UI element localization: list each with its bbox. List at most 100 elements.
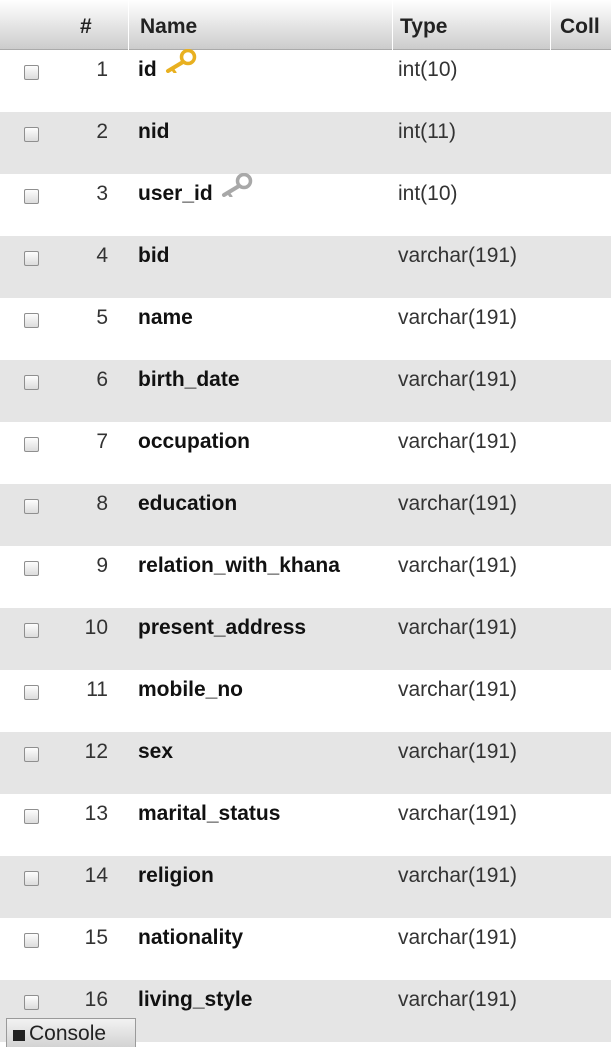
column-name: living_style <box>138 988 253 1011</box>
column-type: varchar(191) <box>398 430 518 453</box>
header-separator <box>128 0 129 50</box>
column-name-cell: user_id <box>138 171 253 214</box>
column-name-cell: living_style <box>138 980 252 1020</box>
column-name-cell: occupation <box>138 422 250 462</box>
table-row[interactable]: 2 nid int(11) <box>0 112 611 174</box>
column-name-cell: nid <box>138 112 170 152</box>
header-collation[interactable]: Coll <box>560 0 600 50</box>
row-number: 15 <box>84 926 108 949</box>
row-number: 9 <box>96 554 108 577</box>
row-number: 11 <box>86 678 108 701</box>
table-row[interactable]: 10 present_address varchar(191) <box>0 608 611 670</box>
column-type: varchar(191) <box>398 926 518 949</box>
column-type: varchar(191) <box>398 492 518 515</box>
row-checkbox[interactable] <box>24 499 39 514</box>
column-type: int(11) <box>398 120 456 143</box>
row-number: 16 <box>84 988 108 1011</box>
column-name: mobile_no <box>138 678 244 701</box>
row-number: 14 <box>84 864 108 887</box>
column-name-cell: birth_date <box>138 360 240 400</box>
table-row[interactable]: 1 id int(10) <box>0 49 611 112</box>
table-row[interactable]: 5 name varchar(191) <box>0 298 611 360</box>
column-name: present_address <box>138 616 307 639</box>
column-type: varchar(191) <box>398 616 518 639</box>
header-separator <box>392 0 393 50</box>
table-row[interactable]: 7 occupation varchar(191) <box>0 422 611 484</box>
row-number: 8 <box>96 492 108 515</box>
column-type: varchar(191) <box>398 244 518 267</box>
column-type: varchar(191) <box>398 802 518 825</box>
row-checkbox[interactable] <box>24 747 39 762</box>
column-name-cell: nationality <box>138 918 243 958</box>
row-number: 5 <box>96 306 108 329</box>
row-checkbox[interactable] <box>24 871 39 886</box>
row-checkbox[interactable] <box>24 127 39 142</box>
column-name: religion <box>138 864 214 887</box>
row-number: 7 <box>96 430 108 453</box>
header-name[interactable]: Name <box>140 0 197 50</box>
row-checkbox[interactable] <box>24 189 39 204</box>
column-type: int(10) <box>398 182 458 205</box>
header-separator <box>550 0 551 50</box>
row-checkbox[interactable] <box>24 685 39 700</box>
column-type: varchar(191) <box>398 740 518 763</box>
row-checkbox[interactable] <box>24 313 39 328</box>
console-tab[interactable]: Console <box>6 1018 136 1047</box>
column-type: varchar(191) <box>398 554 518 577</box>
row-number: 4 <box>96 244 108 267</box>
column-name-cell: relation_with_khana <box>138 546 340 586</box>
column-name-cell: id <box>138 49 197 90</box>
console-label: Console <box>29 1022 107 1045</box>
column-type: varchar(191) <box>398 988 518 1011</box>
column-name: nid <box>138 120 170 143</box>
table-row[interactable]: 4 bid varchar(191) <box>0 236 611 298</box>
table-header: # Name Type Coll <box>0 0 611 50</box>
column-name-cell: marital_status <box>138 794 280 834</box>
index-key-icon <box>219 171 253 211</box>
row-checkbox[interactable] <box>24 375 39 390</box>
console-icon <box>13 1030 25 1041</box>
row-checkbox[interactable] <box>24 995 39 1010</box>
column-name: name <box>138 306 193 329</box>
column-name: birth_date <box>138 368 240 391</box>
column-name-cell: bid <box>138 236 170 276</box>
row-checkbox[interactable] <box>24 65 39 80</box>
column-type: int(10) <box>398 58 458 81</box>
row-checkbox[interactable] <box>24 933 39 948</box>
column-name: education <box>138 492 238 515</box>
column-type: varchar(191) <box>398 306 518 329</box>
table-row[interactable]: 9 relation_with_khana varchar(191) <box>0 546 611 608</box>
row-number: 1 <box>96 58 108 81</box>
table-row[interactable]: 11 mobile_no varchar(191) <box>0 670 611 732</box>
column-name-cell: education <box>138 484 237 524</box>
row-checkbox[interactable] <box>24 561 39 576</box>
table-row[interactable]: 8 education varchar(191) <box>0 484 611 546</box>
row-number: 6 <box>96 368 108 391</box>
table-row[interactable]: 12 sex varchar(191) <box>0 732 611 794</box>
row-checkbox[interactable] <box>24 437 39 452</box>
row-number: 13 <box>84 802 108 825</box>
column-type: varchar(191) <box>398 368 518 391</box>
column-name-cell: sex <box>138 732 173 772</box>
column-name-cell: name <box>138 298 193 338</box>
row-number: 10 <box>84 616 108 639</box>
structure-table-view: # Name Type Coll 1 id int(10) 2 nid int(11) 3 u… <box>0 0 611 1047</box>
header-type[interactable]: Type <box>400 0 447 50</box>
column-name: marital_status <box>138 802 281 825</box>
row-checkbox[interactable] <box>24 251 39 266</box>
table-row[interactable]: 15 nationality varchar(191) <box>0 918 611 980</box>
table-row[interactable]: 14 religion varchar(191) <box>0 856 611 918</box>
row-number: 12 <box>84 740 108 763</box>
column-name-cell: present_address <box>138 608 306 648</box>
row-checkbox[interactable] <box>24 623 39 638</box>
table-row[interactable]: 13 marital_status varchar(191) <box>0 794 611 856</box>
header-number[interactable]: # <box>80 0 92 50</box>
column-type: varchar(191) <box>398 864 518 887</box>
column-name: relation_with_khana <box>138 554 340 577</box>
column-name: id <box>138 58 157 81</box>
column-type: varchar(191) <box>398 678 518 701</box>
row-checkbox[interactable] <box>24 809 39 824</box>
column-name-cell: mobile_no <box>138 670 243 710</box>
table-row[interactable]: 6 birth_date varchar(191) <box>0 360 611 422</box>
table-row[interactable]: 3 user_id int(10) <box>0 171 611 236</box>
